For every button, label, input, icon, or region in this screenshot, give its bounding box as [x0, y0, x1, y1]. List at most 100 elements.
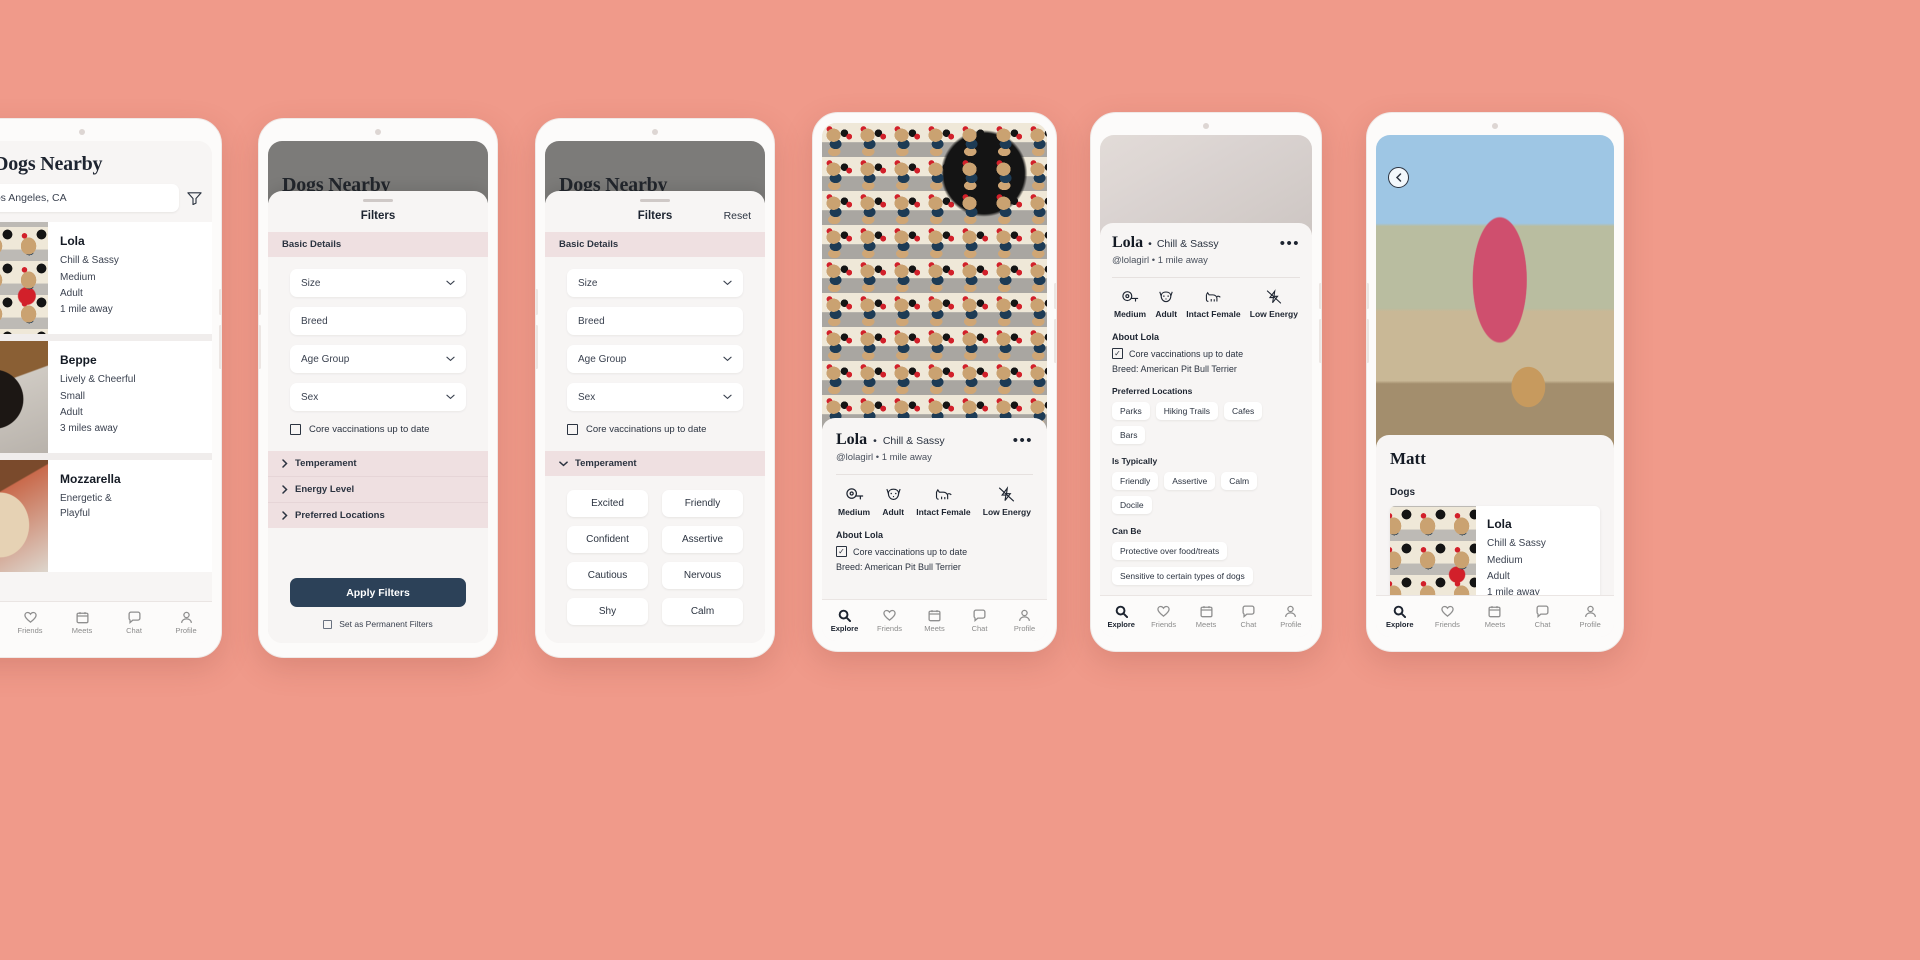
select-sex[interactable]: Sex [290, 383, 466, 411]
checkbox-unchecked-icon[interactable] [567, 424, 578, 435]
power-button[interactable] [1319, 319, 1321, 363]
apply-filters-button[interactable]: Apply Filters [290, 578, 466, 607]
profile-trait: Chill & Sassy [1156, 238, 1219, 250]
tab-meets[interactable]: Meets [1471, 605, 1519, 629]
tab-profile[interactable]: Profile [160, 611, 212, 635]
phone-matt-profile: Matt Dogs Lola Chill & Sassy Medium Adul… [1366, 112, 1624, 652]
search-input[interactable]: Los Angeles, CA [0, 184, 179, 212]
tab-profile[interactable]: Profile [1270, 605, 1312, 629]
tag-protective-over-food[interactable]: Protective over food/treats [1112, 542, 1228, 560]
volume-button[interactable] [1054, 283, 1056, 309]
power-button[interactable] [1054, 319, 1056, 363]
tab-meets[interactable]: Meets [56, 611, 108, 635]
checkbox-unchecked-icon[interactable] [323, 619, 333, 629]
tab-chat[interactable]: Chat [957, 608, 1002, 633]
input-breed[interactable]: Breed [290, 307, 466, 335]
tab-explore[interactable]: Explore [822, 609, 867, 633]
filter-funnel-icon[interactable] [187, 191, 202, 205]
tag-calm[interactable]: Calm [1221, 472, 1258, 490]
chevron-right-icon [282, 511, 288, 520]
tab-profile[interactable]: Profile [1566, 605, 1614, 629]
profile-handle: @lolagirl [1112, 255, 1150, 266]
list-item[interactable]: Mozzarella Energetic & Playful [0, 460, 212, 572]
power-button[interactable] [259, 325, 261, 369]
tab-friends[interactable]: Friends [1424, 605, 1472, 629]
volume-button[interactable] [259, 289, 261, 315]
section-energy-level[interactable]: Energy Level [268, 477, 488, 503]
attribute-label: Medium [838, 507, 871, 517]
section-preferred-locations[interactable]: Preferred Locations [268, 503, 488, 528]
chip-nervous[interactable]: Nervous [662, 562, 743, 589]
volume-button[interactable] [219, 289, 221, 315]
section-basic-details[interactable]: Basic Details [545, 232, 765, 257]
volume-button[interactable] [536, 289, 538, 315]
section-temperament[interactable]: Temperament [545, 451, 765, 476]
permanent-filters-row[interactable]: Set as Permanent Filters [290, 619, 466, 629]
dog-face-icon [1157, 289, 1175, 305]
chip-shy[interactable]: Shy [567, 598, 648, 625]
select-age-group[interactable]: Age Group [290, 345, 466, 373]
chip-assertive[interactable]: Assertive [662, 526, 743, 553]
back-button[interactable] [1388, 167, 1409, 188]
tab-chat[interactable]: Chat [108, 610, 160, 635]
attribute-size: Medium [1114, 289, 1146, 319]
list-item[interactable]: Lola Chill & Sassy Medium Adult 1 mile a… [0, 222, 212, 334]
chevron-right-icon [282, 459, 288, 468]
tab-chat[interactable]: Chat [1519, 604, 1567, 629]
tag-hiking-trails[interactable]: Hiking Trails [1155, 402, 1219, 420]
select-label: Sex [578, 391, 596, 403]
section-basic-details[interactable]: Basic Details [268, 232, 488, 257]
select-size[interactable]: Size [567, 269, 743, 297]
checkbox-unchecked-icon[interactable] [290, 424, 301, 435]
chip-friendly[interactable]: Friendly [662, 490, 743, 517]
tab-chat[interactable]: Chat [1227, 604, 1269, 629]
power-button[interactable] [536, 325, 538, 369]
tag-parks[interactable]: Parks [1112, 402, 1150, 420]
tag-bars[interactable]: Bars [1112, 426, 1146, 444]
tab-friends[interactable]: Friends [1142, 605, 1184, 629]
select-size[interactable]: Size [290, 269, 466, 297]
bottom-tab-bar: Explore Friends Meets Chat Profile [1100, 595, 1312, 637]
phone1-search-row: Los Angeles, CA [0, 184, 212, 222]
tag-friendly[interactable]: Friendly [1112, 472, 1159, 490]
chip-confident[interactable]: Confident [567, 526, 648, 553]
power-button[interactable] [219, 325, 221, 369]
checkbox-checked-icon: ✓ [836, 546, 847, 557]
chip-excited[interactable]: Excited [567, 490, 648, 517]
power-button[interactable] [1367, 319, 1369, 363]
tag-sensitive-to-dogs[interactable]: Sensitive to certain types of dogs [1112, 567, 1253, 585]
tab-meets[interactable]: Meets [1185, 605, 1227, 629]
volume-button[interactable] [1319, 283, 1321, 309]
chevron-right-icon [282, 485, 288, 494]
chip-cautious[interactable]: Cautious [567, 562, 648, 589]
more-dots-icon[interactable]: ••• [1013, 433, 1033, 448]
energy-bolt-icon [1265, 289, 1283, 305]
tab-explore[interactable]: Explore [1100, 605, 1142, 629]
dog-size: Medium [1487, 554, 1523, 566]
tab-meets[interactable]: Meets [912, 609, 957, 633]
select-sex[interactable]: Sex [567, 383, 743, 411]
breed-line: Breed: American Pit Bull Terrier [836, 562, 1033, 572]
tag-cafes[interactable]: Cafes [1224, 402, 1263, 420]
section-temperament[interactable]: Temperament [268, 451, 488, 477]
section-label: Temperament [295, 458, 357, 469]
profile-name: Lola [1112, 234, 1144, 251]
tab-explore[interactable]: Explore [1376, 605, 1424, 629]
tab-friends[interactable]: Friends [867, 609, 912, 633]
volume-button[interactable] [1367, 283, 1369, 309]
profile-name: Lola [836, 431, 868, 448]
select-age-group[interactable]: Age Group [567, 345, 743, 373]
chip-calm[interactable]: Calm [662, 598, 743, 625]
vaccination-checkbox-row[interactable]: Core vaccinations up to date [290, 421, 466, 445]
dog-trait: Chill & Sassy [60, 255, 119, 267]
more-dots-icon[interactable]: ••• [1280, 236, 1300, 251]
tag-assertive[interactable]: Assertive [1164, 472, 1216, 490]
tag-docile[interactable]: Docile [1112, 496, 1152, 514]
subline-separator: • [875, 452, 880, 463]
vaccination-checkbox-row[interactable]: Core vaccinations up to date [567, 421, 743, 445]
reset-button[interactable]: Reset [724, 210, 751, 222]
list-item[interactable]: Beppe Lively & Cheerful Small Adult 3 mi… [0, 341, 212, 453]
tab-profile[interactable]: Profile [1002, 609, 1047, 633]
input-breed[interactable]: Breed [567, 307, 743, 335]
tab-friends[interactable]: Friends [4, 611, 56, 635]
